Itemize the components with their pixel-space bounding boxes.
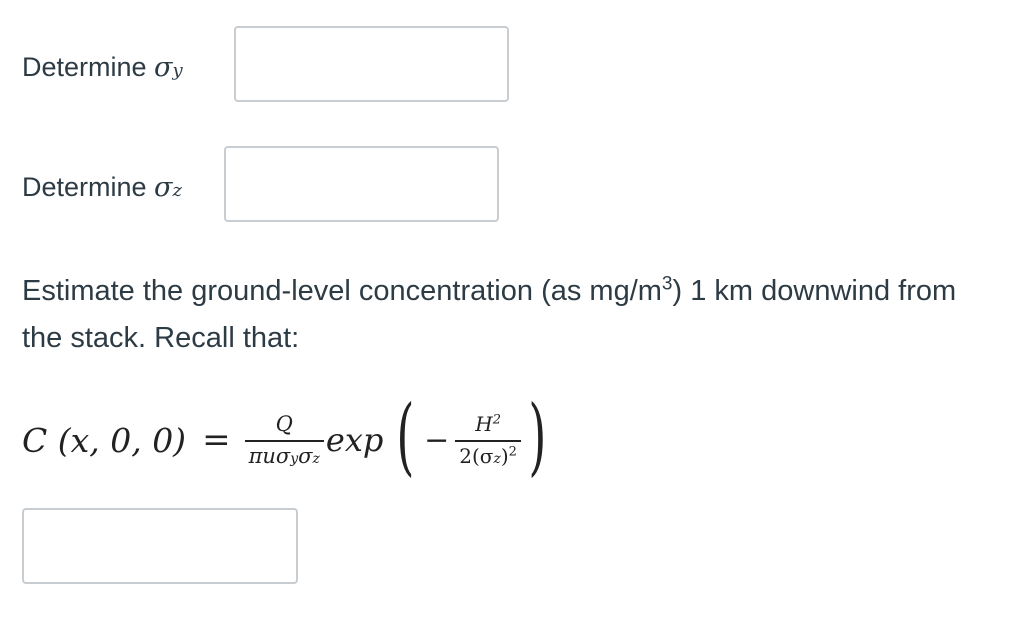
right-paren: ) [528, 387, 547, 485]
concentration-question: Estimate the ground-level concentration … [22, 273, 957, 354]
question-sigma-z: Determine σz [22, 172, 182, 203]
sigma-y-symbol: σy [154, 52, 183, 83]
concentration-answer-input[interactable] [22, 508, 298, 584]
exponent-fraction: H2 2(σz)2 [455, 412, 521, 468]
exp-function: exp [325, 421, 384, 459]
sigma-y-answer-input[interactable] [234, 26, 509, 102]
sigma-z-answer-input[interactable] [224, 146, 499, 222]
minus-sign: − [424, 422, 450, 458]
source-fraction: Q πuσyσz [244, 412, 324, 468]
equation-lhs: C (x, 0, 0) [22, 420, 187, 460]
left-paren: ( [396, 387, 415, 485]
equals-sign: = [202, 420, 231, 460]
gaussian-plume-equation: C (x, 0, 0) = Q πuσyσz exp ( − H2 2(σz)2… [22, 392, 554, 488]
question-sigma-y-prefix: Determine [22, 52, 155, 82]
sigma-z-symbol: σz [154, 172, 182, 203]
question-sigma-y: Determine σy [22, 52, 183, 83]
question-sigma-z-prefix: Determine [22, 172, 155, 202]
